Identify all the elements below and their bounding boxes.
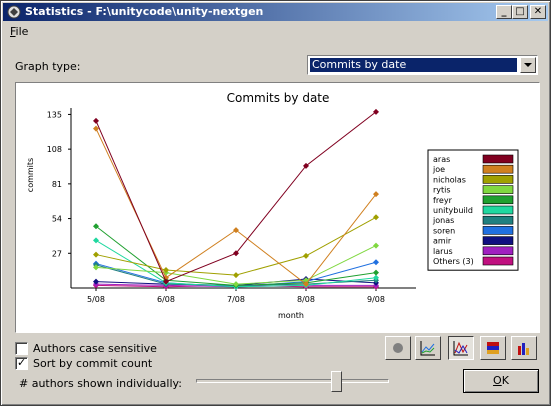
chevron-down-icon[interactable] [520, 57, 536, 73]
legend-entry-label: amir [433, 237, 452, 246]
sort-label: Sort by commit count [33, 357, 153, 370]
chart-title: Commits by date [227, 91, 330, 105]
legend-swatch [482, 154, 514, 164]
stacked-bar-button[interactable] [480, 336, 506, 360]
graph-type-label: Graph type: [15, 60, 81, 73]
data-point [93, 237, 99, 244]
legend-entry-label: freyr [433, 196, 453, 205]
legend-entry-label: soren [433, 226, 455, 235]
ok-rest: K [501, 374, 509, 387]
data-point [93, 251, 99, 258]
x-tick-label: 5/08 [87, 295, 105, 304]
close-button[interactable]: ✕ [530, 5, 546, 19]
legend-swatch [482, 175, 514, 184]
legend-entry-label: joe [432, 165, 445, 174]
x-tick-label: 8/08 [297, 295, 315, 304]
series-line [95, 128, 377, 285]
graph-type-selected: Commits by date [310, 58, 517, 72]
legend-swatch [482, 164, 514, 174]
x-axis-label: month [278, 311, 304, 320]
legend-swatch [482, 256, 514, 266]
menu-file[interactable]: File [10, 25, 28, 38]
maximize-button[interactable]: □ [512, 5, 528, 19]
chart-panel: Commits by date commits month 27 54 81 108 1… [15, 82, 540, 333]
ok-mnemonic: O [493, 374, 502, 387]
legend-swatch [482, 185, 514, 194]
x-tick-label: 9/08 [367, 295, 385, 304]
legend-entry-label: unitybuild [433, 206, 473, 215]
menu-file-rest: ile [15, 25, 29, 38]
authors-shown-label: # authors shown individually: [19, 377, 182, 390]
legend-swatch [482, 195, 514, 205]
x-tick-label: 6/08 [157, 295, 175, 304]
statistics-window: Statistics - F:\unitycode\unity-nextgen … [0, 0, 551, 406]
title-bar[interactable]: Statistics - F:\unitycode\unity-nextgen … [3, 3, 548, 21]
legend-entry-label: nicholas [433, 175, 466, 184]
commits-chart: Commits by date commits month 27 54 81 108 1… [26, 91, 519, 320]
y-tick-label: 81 [52, 180, 62, 189]
circle-graph-icon [393, 343, 403, 353]
legend-swatch [482, 246, 514, 256]
graph-type-select[interactable]: Commits by date [307, 55, 538, 75]
data-point [373, 242, 379, 249]
data-point [373, 214, 379, 221]
legend-swatch [482, 205, 514, 215]
legend-entry-label: jonas [432, 216, 454, 225]
data-point [373, 269, 379, 276]
data-point [93, 117, 99, 124]
y-axis-label: commits [26, 158, 35, 192]
data-point [373, 259, 379, 266]
legend-swatch [482, 215, 514, 225]
authors-slider[interactable] [196, 371, 389, 393]
circle-graph-button[interactable] [385, 336, 411, 360]
line-graph-icon [420, 341, 435, 356]
y-tick-label: 108 [47, 145, 62, 154]
ok-button[interactable]: OK [463, 369, 539, 393]
sort-checkbox[interactable]: ✓ [15, 356, 28, 370]
slider-track [196, 379, 389, 383]
legend-entry-label: rytis [433, 186, 451, 195]
data-point [303, 252, 309, 259]
case-sensitive-checkbox[interactable] [15, 342, 28, 355]
line-graph-button[interactable] [415, 336, 441, 360]
window-title: Statistics - F:\unitycode\unity-nextgen [25, 5, 264, 18]
stacked-bar-icon [487, 342, 499, 354]
y-tick-label: 27 [52, 249, 62, 258]
legend-swatch [482, 236, 514, 245]
bar-graph-button[interactable] [511, 336, 537, 360]
legend-entry-label: Others (3) [433, 257, 474, 266]
case-sensitive-label: Authors case sensitive [33, 342, 157, 355]
minimize-button[interactable]: _ [496, 5, 512, 19]
stacked-line-graph-icon [453, 341, 468, 356]
legend-entry-label: larus [433, 247, 453, 256]
bar-graph-icon [518, 343, 529, 355]
stacked-line-graph-button[interactable] [448, 336, 474, 360]
y-tick-label: 54 [52, 215, 62, 224]
legend-swatch [482, 226, 514, 235]
legend-entry-label: aras [433, 155, 450, 164]
data-point [233, 272, 239, 279]
app-icon [7, 5, 21, 19]
y-tick-label: 135 [47, 110, 62, 119]
slider-thumb[interactable] [331, 371, 342, 392]
x-tick-label: 7/08 [227, 295, 245, 304]
